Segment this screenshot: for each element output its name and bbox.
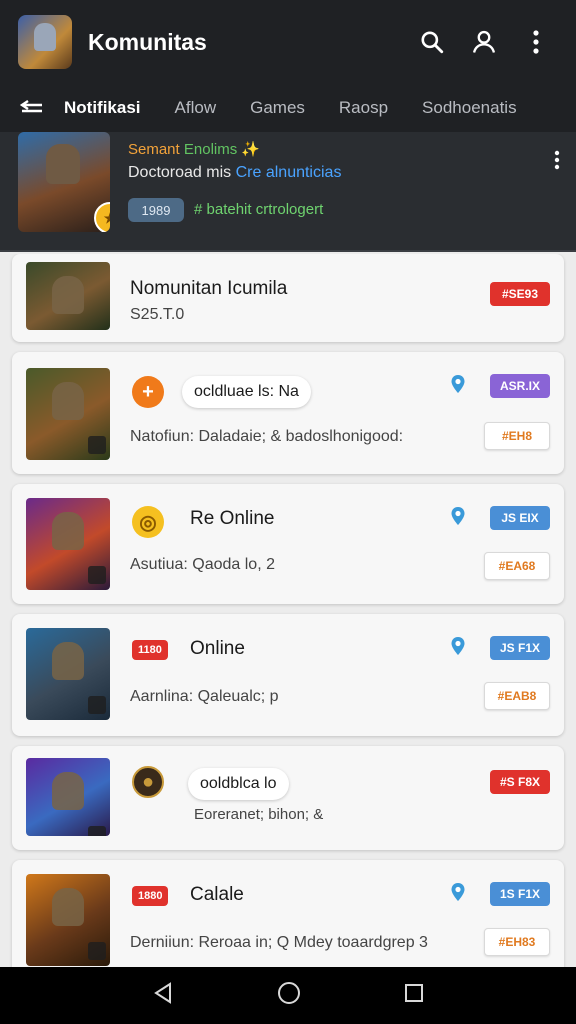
back-icon[interactable] [152,982,174,1009]
code-button[interactable]: #EAB8 [484,682,550,710]
featured-headline-b: Enolims [183,141,238,158]
emblem-icon: ● [132,766,164,798]
game-thumbnail [26,628,110,720]
status-tag: JS EIX [490,506,550,530]
coin-icon: ★ [94,202,110,232]
more-vert-icon[interactable] [514,20,558,64]
location-pin-icon [451,637,465,655]
list-item[interactable]: + ocldluae ls: Na ASR.IX Natofiun: Dalad… [12,352,564,474]
list-item[interactable]: Nomunitan Icumila S25.T.0 #SE93 [12,254,564,342]
featured-body-a: Doctoroad mis [128,164,232,181]
status-tag: #S F8X [490,770,550,794]
tab-bar: Notifikasi Aflow Games Raosp Sodhoenatis [0,84,576,132]
status-tag: #SE93 [490,282,550,306]
list-item[interactable]: 1180 Online JS F1X Aarnlina: Qaleualc; p… [12,614,564,736]
location-pin-icon [451,507,465,525]
card-subtitle: Natofiun: Daladaie; & badoslhonigood: [130,428,404,445]
card-subtitle: Eoreranet; bihon; & [194,806,324,823]
card-title: Online [190,638,245,659]
more-vert-icon[interactable] [554,150,560,175]
tab-games[interactable]: Games [250,98,305,118]
card-title: Re Online [190,508,275,529]
list-item[interactable]: ● ooldblca lo #S F8X Eoreranet; bihon; & [12,746,564,850]
featured-body: Doctoroad mis Cre alnunticias [128,164,341,182]
game-thumbnail [26,262,110,330]
card-subtitle: Derniiun: Reroaa in; Q Mdey toaardgrep 3 [130,934,428,951]
tab-notifikasi[interactable]: Notifikasi [64,98,141,118]
featured-notification[interactable]: ★ Semant Enolims ✨ Doctoroad mis Cre aln… [0,132,576,252]
tab-raosp[interactable]: Raosp [339,98,388,118]
game-thumbnail [26,368,110,460]
card-subtitle: S25.T.0 [130,306,185,323]
featured-body-b: Cre alnunticias [235,164,342,181]
code-button[interactable]: #EH8 [484,422,550,450]
card-subtitle: Aarnlina: Qaleualc; p [130,688,279,705]
list-item[interactable]: 1880 Calale 1S F1X Derniiun: Reroaa in; … [12,860,564,967]
code-button[interactable]: #EA68 [484,552,550,580]
emoji-icon: ✨ [241,141,261,158]
location-pin-icon [451,883,465,901]
plus-icon[interactable]: + [132,376,164,408]
featured-headline-a: Semant [128,141,180,158]
featured-hashtag[interactable]: # batehit crtrologert [194,201,323,218]
status-tag: JS F1X [490,636,550,660]
coin-icon: ◎ [132,506,164,538]
message-pill[interactable]: ooldblca lo [188,768,289,800]
list-item[interactable]: ◎ Re Online JS EIX Asutiua: Qaoda lo, 2 … [12,484,564,604]
card-title: Calale [190,884,244,905]
recents-icon[interactable] [404,983,424,1008]
message-pill[interactable]: ocldluae ls: Na [182,376,311,408]
status-tag: ASR.IX [490,374,550,398]
tab-sodhoenatis[interactable]: Sodhoenatis [422,98,517,118]
system-nav-bar [0,967,576,1024]
level-badge: 1880 [132,886,169,906]
app-bar: Komunitas [0,0,576,84]
search-icon[interactable] [410,20,454,64]
home-icon[interactable] [277,981,301,1010]
notification-list[interactable]: Nomunitan Icumila S25.T.0 #SE93 + ocldlu… [0,254,576,967]
featured-thumbnail: ★ [18,132,110,232]
tab-aflow[interactable]: Aflow [175,98,217,118]
app-logo [18,15,72,69]
level-badge: 1180 [132,640,168,660]
game-thumbnail [26,874,110,966]
back-arrow-icon[interactable] [0,100,64,116]
featured-chip: 1989 [128,198,184,222]
location-pin-icon [451,375,465,393]
code-button[interactable]: #EH83 [484,928,550,956]
account-icon[interactable] [462,20,506,64]
app-title: Komunitas [88,28,207,55]
card-title: Nomunitan Icumila [130,278,288,299]
card-subtitle: Asutiua: Qaoda lo, 2 [130,556,275,573]
game-thumbnail [26,498,110,590]
status-tag: 1S F1X [490,882,550,906]
featured-headline: Semant Enolims ✨ [128,140,260,158]
game-thumbnail [26,758,110,836]
